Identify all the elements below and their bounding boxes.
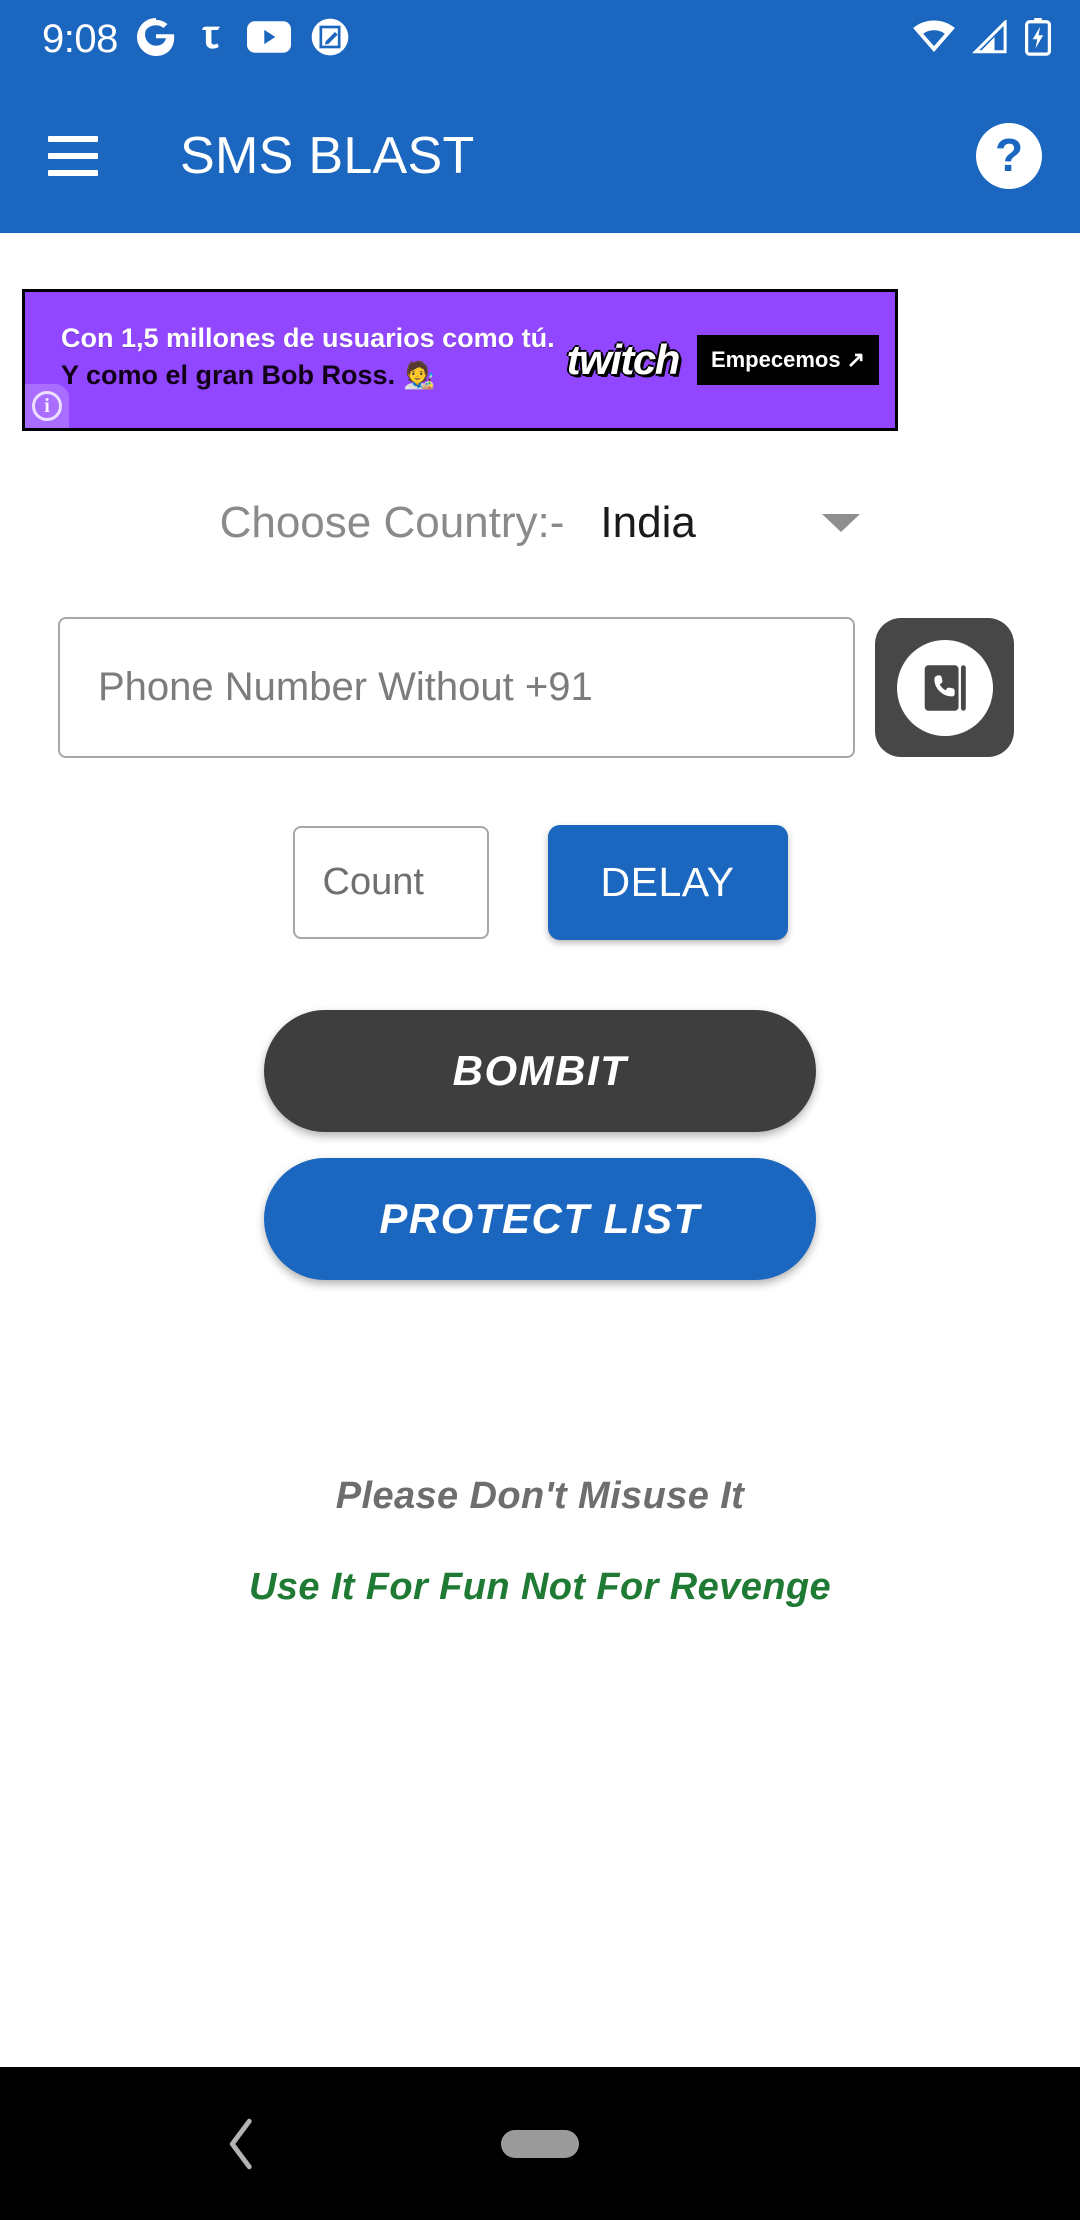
contacts-icon (896, 639, 993, 736)
google-icon (136, 17, 175, 61)
status-bar: 9:08 (0, 0, 1080, 78)
back-icon[interactable] (212, 2114, 272, 2174)
screenshot-editor-icon (310, 17, 350, 62)
external-link-arrow-icon: ↗ (846, 347, 865, 372)
count-input[interactable] (292, 826, 489, 939)
ad-banner-inner: Con 1,5 millones de usuarios como tú. Y … (25, 292, 895, 428)
ad-headline-line2-text: Y como el gran Bob Ross. (61, 360, 396, 390)
protect-list-button[interactable]: PROTECT LIST (264, 1158, 816, 1280)
tumblr-icon (194, 19, 228, 60)
main-content: Con 1,5 millones de usuarios como tú. Y … (0, 233, 1080, 2067)
count-delay-row: DELAY (0, 825, 1080, 940)
country-label: Choose Country:- (219, 498, 565, 547)
status-bar-clock: 9:08 (42, 17, 118, 61)
chevron-down-icon (822, 514, 861, 532)
pick-contact-button[interactable] (875, 618, 1014, 757)
menu-icon[interactable] (48, 135, 98, 176)
menu-icon-line (48, 169, 98, 176)
ad-cta-label: Empecemos (710, 347, 841, 372)
country-selected-value: India (600, 498, 696, 547)
youtube-icon (246, 20, 291, 58)
ad-cta-button[interactable]: Empecemos ↗ (696, 335, 879, 385)
cellular-signal-icon (970, 18, 1010, 59)
battery-charging-icon (1024, 17, 1052, 61)
tagline-text: Use It For Fun Not For Revenge (248, 1566, 832, 1608)
ad-info-icon[interactable]: i (25, 384, 69, 428)
help-icon[interactable]: ? (976, 122, 1042, 189)
menu-icon-line (48, 152, 98, 159)
help-icon-glyph: ? (994, 128, 1024, 181)
country-dropdown[interactable]: India (600, 498, 861, 547)
app-bar: SMS BLAST ? (0, 78, 1080, 233)
system-navigation-bar (0, 2067, 1080, 2220)
status-bar-left: 9:08 (42, 17, 912, 62)
ad-info-glyph: i (32, 391, 62, 421)
ad-headline-line1: Con 1,5 millones de usuarios como tú. (61, 323, 555, 354)
page-title: SMS BLAST (180, 126, 475, 185)
ad-headline-line2: Y como el gran Bob Ross. 🧑‍🎨 (61, 359, 561, 392)
phone-number-input[interactable] (58, 617, 855, 758)
delay-button[interactable]: DELAY (547, 825, 788, 940)
status-bar-right (912, 17, 1052, 61)
home-pill-icon[interactable] (501, 2129, 579, 2158)
bombit-button[interactable]: BOMBIT (264, 1010, 816, 1132)
phone-screen: 9:08 SMS BLAST ? Con 1,5 millones de usu… (0, 0, 1080, 2220)
country-row: Choose Country:- India (0, 501, 1080, 545)
menu-icon-line (48, 135, 98, 142)
phone-row (58, 617, 1024, 758)
ad-copy: Con 1,5 millones de usuarios como tú. Y … (61, 322, 561, 392)
twitch-logo: twitch (566, 336, 681, 383)
artist-emoji-icon: 🧑‍🎨 (403, 360, 436, 391)
ad-banner[interactable]: Con 1,5 millones de usuarios como tú. Y … (22, 289, 898, 431)
wifi-icon (912, 20, 956, 59)
misuse-warning-text: Please Don't Misuse It (335, 1475, 745, 1517)
